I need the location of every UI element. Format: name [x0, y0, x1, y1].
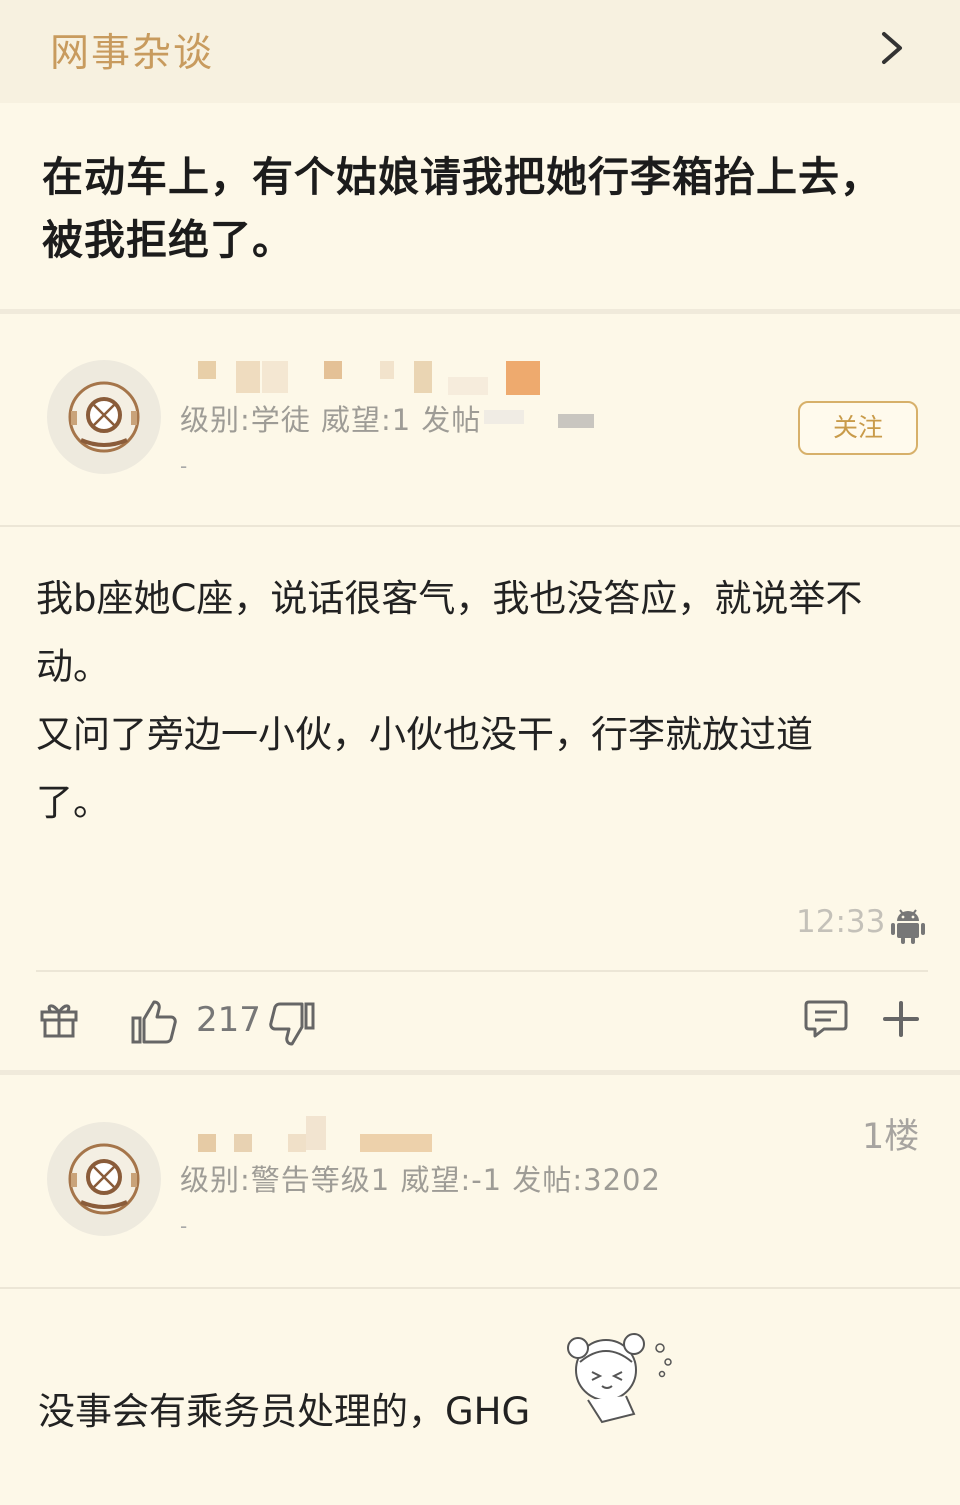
comment-icon[interactable]	[804, 998, 848, 1040]
avatar-diver-helmet-icon	[68, 381, 140, 453]
post-body-line: 我b座她C座，说话很客气，我也没答应，就说举不	[36, 577, 863, 620]
plus-icon[interactable]	[882, 1000, 920, 1038]
post-time: 12:33	[796, 904, 886, 940]
like-count: 217	[196, 1000, 261, 1040]
meta-blur	[484, 410, 524, 424]
thread-title: 在动车上，有个姑娘请我把她行李箱抬上去，被我拒绝了。	[42, 153, 882, 264]
post-body-line: 动。	[36, 645, 110, 688]
gift-icon[interactable]	[38, 998, 80, 1040]
board-name[interactable]: 网事杂谈	[50, 22, 214, 78]
floor-number: 1楼	[862, 1117, 920, 1157]
post-body-line: 又问了旁边一小伙，小伙也没干，行李就放过道	[36, 713, 813, 756]
meta-blur	[558, 414, 594, 428]
thumbs-up-icon[interactable]	[130, 998, 178, 1046]
user-meta: 级别:学徒 威望:1 发帖	[180, 403, 482, 437]
user-sub: -	[180, 454, 188, 478]
avatar[interactable]	[47, 360, 161, 474]
thumbs-down-icon[interactable]	[268, 1000, 316, 1048]
chevron-right-icon[interactable]	[872, 28, 912, 68]
follow-button[interactable]: 关注	[798, 401, 918, 455]
user-sub: -	[180, 1214, 188, 1238]
user-meta: 级别:警告等级1 威望:-1 发帖:3202	[180, 1163, 661, 1197]
reply-body: 没事会有乘务员处理的，GHG	[38, 1390, 531, 1433]
avatar[interactable]	[47, 1122, 161, 1236]
divider	[0, 525, 960, 527]
avatar-diver-helmet-icon	[68, 1143, 140, 1215]
divider	[0, 1287, 960, 1289]
post-body-line: 了。	[36, 781, 110, 824]
divider	[36, 970, 928, 972]
divider	[0, 309, 960, 314]
sticker-girl-icon	[567, 1333, 672, 1424]
android-icon	[891, 909, 925, 944]
divider	[0, 1070, 960, 1075]
